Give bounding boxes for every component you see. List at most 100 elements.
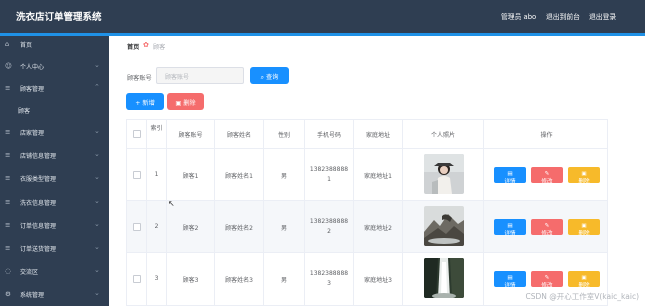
chevron-up-icon: ⌃ (94, 83, 100, 91)
customer-photo[interactable] (424, 154, 464, 194)
row-select-cell (127, 201, 147, 253)
back-to-frontend-link[interactable]: 退出到前台 (546, 11, 580, 21)
cell-phone: 1382388888 3 (305, 253, 354, 305)
detail-button[interactable]: ▤ 详情 (494, 271, 526, 289)
row-checkbox[interactable] (133, 223, 141, 231)
header-actions: 操作 (540, 132, 553, 139)
chevron-down-icon: ⌄ (94, 61, 100, 69)
sidebar-item-system-management[interactable]: ⚙ 系统管理 ⌄ (0, 288, 109, 302)
detail-label: 详情 (504, 231, 516, 237)
sidebar-item-label: 首页 (20, 42, 33, 49)
cell-photo (403, 149, 484, 201)
phone-line-2: 2 (327, 228, 331, 235)
row-checkbox[interactable] (133, 275, 141, 283)
chevron-down-icon: ⌄ (94, 220, 100, 228)
sidebar-item-shop-info-management[interactable]: ≡ 店铺信息管理 ⌄ (0, 149, 109, 163)
list-icon: ≡ (5, 221, 11, 229)
sidebar-item-label: 店铺信息管理 (20, 153, 57, 160)
delete-button[interactable]: ▣ 删除 (568, 271, 600, 289)
add-button-label: 新增 (142, 100, 155, 107)
header-name: 顾客姓名 (215, 120, 264, 148)
header-select-all-cell (127, 120, 147, 148)
top-bar: 洗衣店订单管理系统 管理员 abo 退出到前台 退出登录 (0, 0, 645, 33)
row-select-cell (127, 253, 147, 305)
sidebar-item-order-info-management[interactable]: ≡ 订单信息管理 ⌄ (0, 219, 109, 233)
chevron-down-icon: ⌄ (94, 127, 100, 135)
list-icon: ≡ (5, 174, 11, 182)
sidebar-item-forum[interactable]: ◌ 交流区 ⌄ (0, 265, 109, 279)
cell-index: 1 (147, 149, 167, 201)
add-button[interactable]: + 新增 (126, 93, 164, 110)
chevron-down-icon: ⌄ (94, 150, 100, 158)
sidebar-item-label: 衣服类型管理 (20, 176, 57, 183)
search-input[interactable]: 顾客账号 (156, 67, 244, 84)
batch-delete-button[interactable]: ▣ 删除 (167, 93, 204, 110)
edit-button[interactable]: ✎ 修改 (531, 271, 563, 289)
watermark: CSDN @开心工作室V(kaic_kaic) (525, 292, 639, 301)
cell-address: 家庭地址2 (354, 201, 403, 253)
sidebar-item-label: 顾客管理 (20, 86, 45, 93)
detail-button[interactable]: ▤ 详情 (494, 167, 526, 185)
sidebar-item-customer-management[interactable]: ≡ 顾客管理 ⌃ (0, 82, 109, 96)
chevron-down-icon: ⌄ (94, 289, 100, 297)
cell-phone: 1382388888 2 (305, 201, 354, 253)
sidebar: ⌂ 首页 ☺ 个人中心 ⌄ ≡ 顾客管理 ⌃ 顾客 ≡ 店家管理 ⌄ ≡ 店铺信… (0, 36, 109, 306)
delete-label: 删除 (578, 179, 590, 185)
cell-account: 顾客1 (167, 149, 215, 201)
header-account: 顾客账号 (167, 120, 215, 148)
sidebar-item-label: 个人中心 (20, 64, 45, 71)
breadcrumb-home[interactable]: 首页 (127, 42, 139, 51)
chevron-down-icon: ⌄ (94, 197, 100, 205)
phone-line-1: 1382388888 (309, 218, 349, 225)
cell-index: 3 (147, 253, 167, 305)
header-index: 索引 (147, 120, 167, 148)
chevron-down-icon: ⌄ (94, 173, 100, 181)
row-select-cell (127, 149, 147, 201)
list-icon: ≡ (5, 198, 11, 206)
header-address: 家庭地址 (354, 120, 403, 148)
detail-button[interactable]: ▤ 详情 (494, 219, 526, 237)
cell-gender: 男 (264, 201, 305, 253)
detail-label: 详情 (504, 179, 516, 185)
phone-line-1: 1382388888 (309, 270, 349, 277)
phone-line-2: 1 (327, 176, 331, 183)
delete-button[interactable]: ▣ 删除 (568, 167, 600, 185)
row-checkbox[interactable] (133, 171, 141, 179)
customer-photo[interactable] (424, 206, 464, 246)
delete-button[interactable]: ▣ 删除 (568, 219, 600, 237)
sidebar-item-personal-center[interactable]: ☺ 个人中心 ⌄ (0, 60, 109, 74)
sidebar-item-home[interactable]: ⌂ 首页 (0, 38, 109, 52)
sidebar-item-label: 店家管理 (20, 130, 45, 137)
edit-label: 修改 (541, 231, 553, 237)
logout-link[interactable]: 退出登录 (589, 11, 616, 21)
sidebar-item-clothing-type-management[interactable]: ≡ 衣服类型管理 ⌄ (0, 172, 109, 186)
customer-photo[interactable] (424, 258, 464, 298)
edit-label: 修改 (541, 179, 553, 185)
cell-photo (403, 253, 484, 305)
current-user: 管理员 abo (501, 13, 537, 21)
list-icon: ≡ (5, 151, 11, 159)
select-all-checkbox[interactable] (133, 130, 141, 138)
edit-button[interactable]: ✎ 修改 (531, 219, 563, 237)
sidebar-item-laundry-info-management[interactable]: ≡ 洗衣信息管理 ⌄ (0, 196, 109, 210)
chevron-down-icon: ⌄ (94, 266, 100, 274)
chevron-down-icon: ⌄ (94, 243, 100, 251)
delete-label: 删除 (578, 231, 590, 237)
cell-account: 顾客2 (167, 201, 215, 253)
customer-table: 索引 顾客账号 顾客姓名 性别 手机号码 家庭地址 个人照片 操作 1 顾客1 … (126, 119, 608, 306)
sidebar-item-label: 洗衣信息管理 (20, 200, 57, 207)
app-title: 洗衣店订单管理系统 (16, 12, 102, 23)
trash-icon: ▣ (175, 100, 182, 107)
edit-button[interactable]: ✎ 修改 (531, 167, 563, 185)
chat-icon: ◌ (5, 267, 11, 275)
search-label: 顾客账号 (127, 75, 152, 82)
phone-line-2: 3 (327, 280, 331, 287)
detail-label: 详情 (504, 283, 516, 289)
sidebar-item-store-management[interactable]: ≡ 店家管理 ⌄ (0, 126, 109, 140)
sidebar-item-order-delivery-management[interactable]: ≡ 订单送货管理 ⌄ (0, 242, 109, 256)
sidebar-item-label: 订单信息管理 (20, 223, 57, 230)
sidebar-subitem-customer[interactable]: 顾客 (0, 104, 109, 118)
search-button[interactable]: ⌕ 查询 (250, 67, 289, 84)
header-label: 索引 (150, 125, 163, 132)
cell-gender: 男 (264, 149, 305, 201)
